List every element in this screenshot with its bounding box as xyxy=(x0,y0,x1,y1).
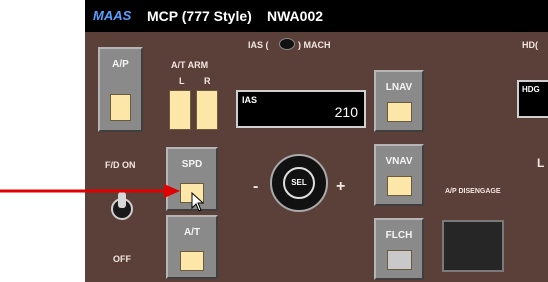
vnav-light xyxy=(387,176,412,196)
hdg-section-label: HD( xyxy=(522,40,538,50)
mcp-panel: A/P A/T ARM L R IAS ( ) MACH IAS 210 F/D… xyxy=(85,32,548,282)
autothrottle-label: A/T xyxy=(183,227,201,238)
speed-select-center: SEL xyxy=(283,167,315,199)
hdg-display-label: HDG xyxy=(522,85,540,94)
speed-increase-label: + xyxy=(336,178,346,195)
autopilot-light xyxy=(110,94,131,121)
autothrottle-light xyxy=(180,251,204,271)
at-arm-right-label: R xyxy=(204,76,211,86)
speed-select-knob[interactable]: SEL xyxy=(270,154,328,212)
panel-id: NWA002 xyxy=(267,8,324,24)
at-arm-label: A/T ARM xyxy=(171,60,209,70)
lnav-button[interactable]: LNAV xyxy=(374,70,424,132)
autopilot-label: A/P xyxy=(112,59,129,70)
app-logo: MAAS xyxy=(93,8,132,23)
fd-on-label: F/D ON xyxy=(105,160,136,170)
at-arm-left-label: L xyxy=(179,76,185,86)
speed-button-label: SPD xyxy=(181,159,203,170)
autopilot-button[interactable]: A/P xyxy=(98,47,143,132)
flch-label: FLCH xyxy=(385,230,413,241)
at-arm-left-switch[interactable] xyxy=(169,90,191,130)
hdg-display: HDG xyxy=(517,80,548,118)
lnav-label: LNAV xyxy=(385,82,413,93)
ias-display-value: 210 xyxy=(334,104,358,120)
vnav-button[interactable]: VNAV xyxy=(374,144,424,206)
ap-disengage-bar[interactable] xyxy=(442,220,504,272)
ias-display: IAS 210 xyxy=(236,90,366,128)
hdg-left-partial-label: L xyxy=(537,156,545,170)
ias-label: IAS ( xyxy=(248,40,269,50)
title-bar: MAAS MCP (777 Style) NWA002 xyxy=(85,0,548,32)
ias-display-label: IAS xyxy=(242,95,258,105)
fd-off-label: OFF xyxy=(113,254,131,264)
window-title: MCP (777 Style) xyxy=(147,8,252,24)
vnav-label: VNAV xyxy=(385,156,413,167)
sel-label: SEL xyxy=(291,178,307,187)
autothrottle-button[interactable]: A/T xyxy=(166,215,218,279)
mach-label: ) MACH xyxy=(298,40,331,50)
flch-light xyxy=(387,250,412,270)
annotation-arrow xyxy=(0,183,182,204)
mouse-cursor-icon xyxy=(191,191,205,217)
ias-mach-toggle[interactable] xyxy=(279,38,295,50)
lnav-light xyxy=(387,102,412,122)
at-arm-right-switch[interactable] xyxy=(196,90,218,130)
flch-button[interactable]: FLCH xyxy=(374,218,424,280)
speed-decrease-label: - xyxy=(253,178,259,195)
ap-disengage-label: A/P DISENGAGE xyxy=(445,188,501,195)
